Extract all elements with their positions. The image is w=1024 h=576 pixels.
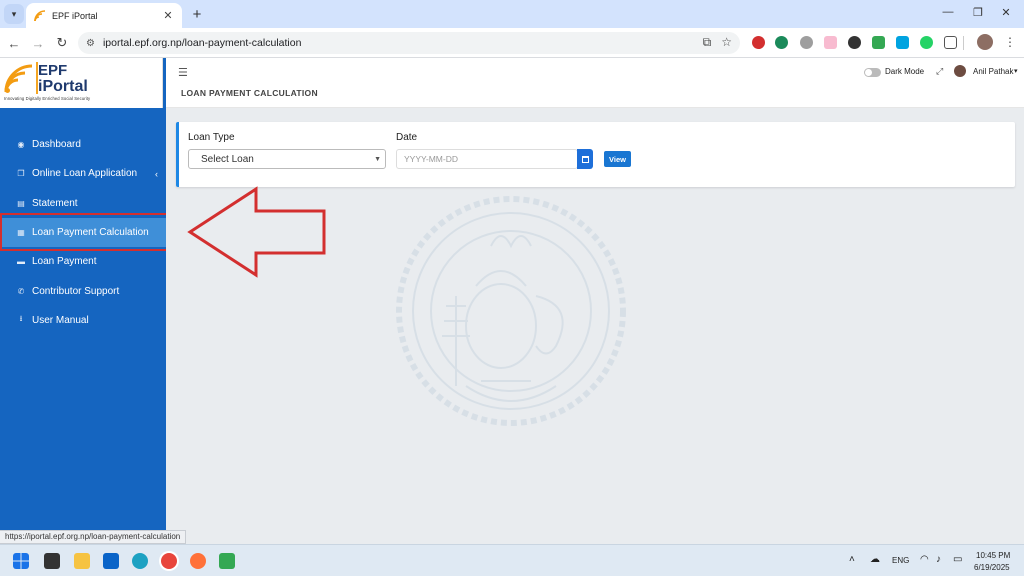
sidebar-item-label: Statement — [32, 197, 78, 209]
minimize-button[interactable]: — — [940, 6, 956, 18]
extension-pink-icon[interactable] — [824, 36, 837, 49]
browser-tab-bar: ▾ EPF iPortal ✕ + — ❐ ✕ — [0, 0, 1024, 28]
clock-time[interactable]: 10:45 PM — [976, 551, 1010, 560]
extension-drive-icon[interactable] — [872, 36, 885, 49]
logo-waves-icon — [4, 64, 33, 93]
annotation-arrow-icon — [187, 186, 326, 278]
sidebar-menu: ◉ Dashboard ❐ Online Loan Application ‹ … — [0, 130, 166, 335]
logo-text-iportal: iPortal — [38, 78, 88, 95]
loan-type-value: Select Loan — [201, 153, 254, 165]
hamburger-menu-icon[interactable]: ☰ — [178, 66, 188, 79]
credit-card-icon: ▬ — [17, 257, 25, 267]
wifi-icon[interactable]: ◠ — [920, 554, 929, 565]
forward-arrow-icon[interactable]: → — [29, 34, 47, 52]
dark-mode-label: Dark Mode — [885, 67, 925, 76]
outlook-icon[interactable] — [103, 553, 119, 569]
chrome-icon[interactable] — [161, 553, 177, 569]
user-avatar[interactable] — [954, 65, 966, 77]
view-button[interactable]: View — [604, 151, 631, 167]
chevron-up-icon[interactable]: ˄ — [849, 554, 855, 565]
loan-calc-form: Loan Type Select Loan ▼ Date YYYY-MM-DD … — [176, 122, 1015, 187]
site-info-icon[interactable]: ⚙ — [86, 38, 95, 49]
logo-text-epf: EPF — [38, 62, 68, 79]
sidebar-item-label: Contributor Support — [32, 285, 120, 297]
extension-whatsapp-icon[interactable] — [920, 36, 933, 49]
sidebar-item-contributor-support[interactable]: ✆ Contributor Support — [0, 276, 166, 305]
logo-tagline: Innovating Digitally Enriched Social Sec… — [4, 96, 91, 101]
extension-gear-icon[interactable] — [800, 36, 813, 49]
tab-search-button[interactable]: ▾ — [4, 4, 24, 24]
copy-icon: ❐ — [17, 169, 25, 179]
calculator-icon: ▦ — [17, 228, 25, 238]
dark-mode-toggle[interactable] — [864, 68, 881, 77]
chevron-down-icon[interactable]: ▾ — [1014, 67, 1018, 75]
sidebar-item-online-loan-application[interactable]: ❐ Online Loan Application ‹ — [0, 159, 166, 188]
loan-type-label: Loan Type — [188, 132, 235, 143]
language-indicator[interactable]: ENG — [892, 556, 909, 565]
browser-tab[interactable]: EPF iPortal ✕ — [26, 3, 182, 28]
calendar-icon — [581, 155, 589, 163]
address-url: iportal.epf.org.np/loan-payment-calculat… — [102, 37, 302, 49]
restore-button[interactable]: ❐ — [970, 6, 986, 19]
extension-dark-icon[interactable] — [848, 36, 861, 49]
dashboard-icon: ◉ — [17, 140, 25, 150]
calendar-button[interactable] — [577, 149, 593, 169]
sidebar: EPF iPortal Innovating Digitally Enriche… — [0, 58, 166, 544]
epf-logo[interactable]: EPF iPortal Innovating Digitally Enriche… — [0, 58, 163, 108]
date-label: Date — [396, 132, 418, 143]
tab-close-icon[interactable]: ✕ — [160, 8, 176, 24]
browser-menu-icon[interactable]: ⋮ — [1004, 35, 1016, 49]
battery-icon[interactable]: ▭ — [953, 554, 962, 565]
fullscreen-icon[interactable]: ⤢ — [936, 66, 943, 77]
sidebar-item-loan-payment[interactable]: ▬ Loan Payment — [0, 247, 166, 276]
task-view-icon[interactable] — [44, 553, 60, 569]
reload-icon[interactable]: ↻ — [53, 34, 71, 52]
app-header: ☰ LOAN PAYMENT CALCULATION Dark Mode ⤢ A… — [166, 58, 1024, 108]
volume-icon[interactable]: ♪ — [936, 554, 941, 565]
sidebar-item-label: Loan Payment Calculation — [32, 227, 149, 239]
toolbar-divider — [963, 36, 964, 50]
firefox-icon[interactable] — [190, 553, 206, 569]
file-explorer-icon[interactable] — [74, 553, 90, 569]
sidebar-item-label: Dashboard — [32, 139, 81, 151]
address-bar[interactable]: ⚙ iportal.epf.org.np/loan-payment-calcul… — [78, 32, 740, 54]
loan-type-select[interactable]: Select Loan ▼ — [188, 149, 386, 169]
cloud-icon[interactable]: ☁ — [870, 554, 880, 565]
sidebar-item-loan-payment-calculation[interactable]: ▦ Loan Payment Calculation — [0, 217, 166, 248]
epf-favicon-icon — [34, 9, 46, 21]
nepal-emblem-watermark-icon — [396, 196, 626, 426]
sidebar-item-label: Online Loan Application — [32, 168, 138, 180]
edge-icon[interactable] — [132, 553, 148, 569]
user-name[interactable]: Anil Pathak — [973, 67, 1013, 76]
chevron-down-icon: ▼ — [374, 155, 381, 163]
clock-date[interactable]: 6/19/2025 — [974, 563, 1010, 572]
new-tab-button[interactable]: + — [188, 5, 206, 23]
browser-toolbar: ← → ↻ ⚙ iportal.epf.org.np/loan-payment-… — [0, 28, 1024, 58]
phone-icon: ✆ — [17, 286, 25, 296]
windows-start-icon[interactable] — [13, 553, 29, 569]
google-drive-icon[interactable] — [219, 553, 235, 569]
extension-red-icon[interactable] — [752, 36, 765, 49]
extension-m-icon[interactable] — [896, 36, 909, 49]
sidebar-item-dashboard[interactable]: ◉ Dashboard — [0, 130, 166, 159]
download-icon: ⭳ — [19, 314, 23, 324]
back-arrow-icon[interactable]: ← — [5, 34, 23, 52]
close-window-button[interactable]: ✕ — [998, 6, 1014, 19]
sidebar-item-statement[interactable]: ▤ Statement — [0, 189, 166, 218]
bookmark-star-icon[interactable]: ☆ — [721, 35, 732, 50]
date-input[interactable]: YYYY-MM-DD — [396, 149, 578, 169]
extension-grammarly-icon[interactable] — [775, 36, 788, 49]
file-icon: ▤ — [17, 198, 25, 208]
page-title: LOAN PAYMENT CALCULATION — [181, 88, 318, 98]
sidebar-item-label: Loan Payment — [32, 256, 97, 268]
tab-title: EPF iPortal — [52, 10, 98, 21]
profile-avatar[interactable] — [977, 34, 993, 50]
sidebar-item-user-manual[interactable]: ⭳ User Manual — [0, 306, 166, 335]
extensions-puzzle-icon[interactable] — [944, 36, 957, 49]
sidebar-item-label: User Manual — [32, 314, 89, 326]
status-bar-url: https://iportal.epf.org.np/loan-payment-… — [0, 530, 187, 544]
chevron-left-icon: ‹ — [155, 168, 158, 179]
cast-icon[interactable]: ⧉ — [703, 35, 712, 50]
windows-taskbar: ˄ ☁ ENG ◠ ♪ ▭ 10:45 PM 6/19/2025 — [0, 544, 1024, 576]
